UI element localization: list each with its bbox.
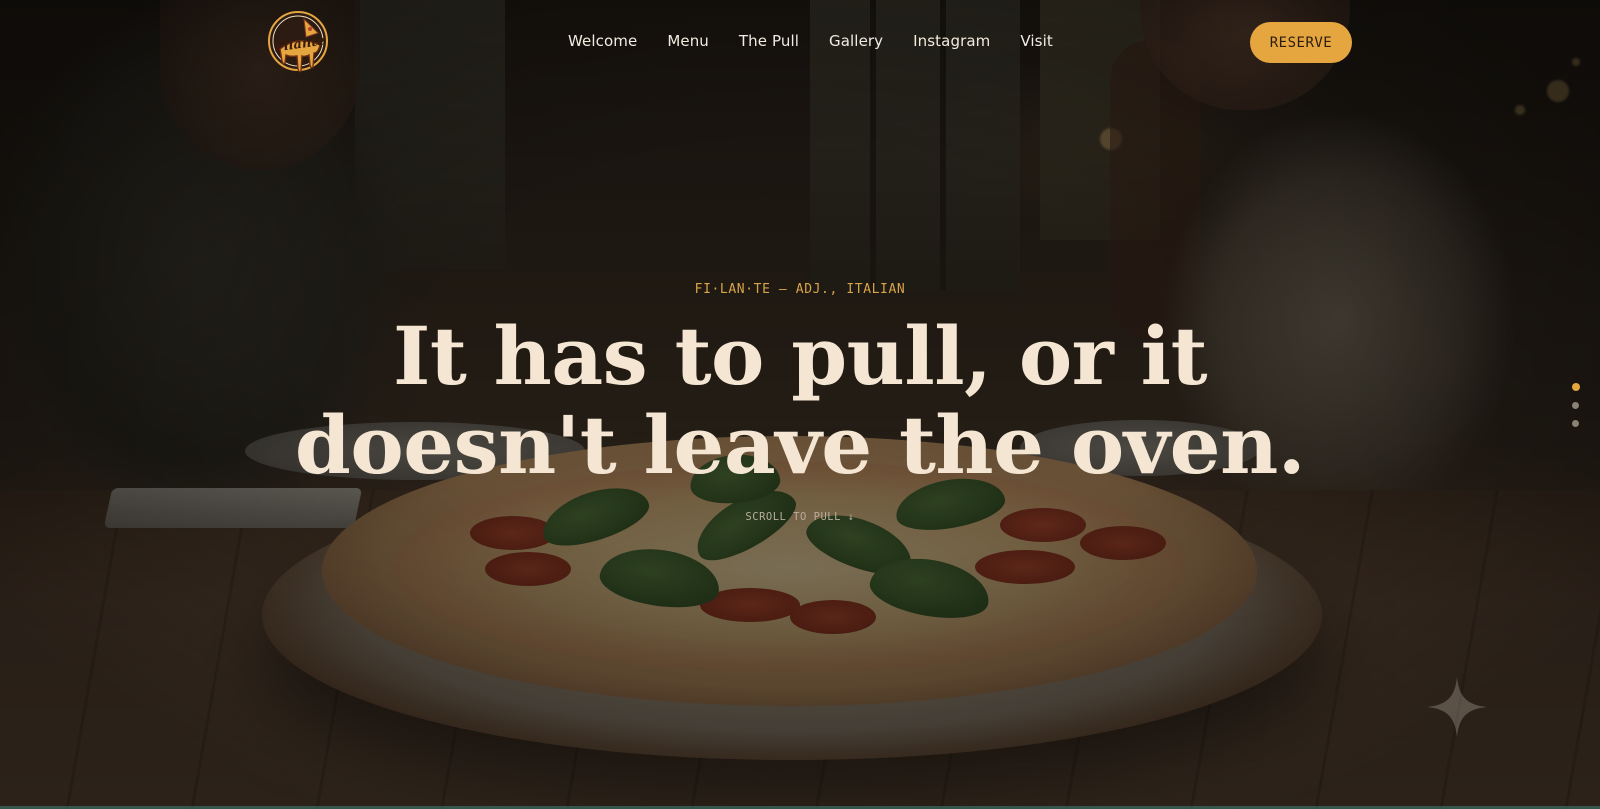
slide-dot-3[interactable] bbox=[1572, 420, 1579, 427]
nav-item-menu[interactable]: Menu bbox=[667, 32, 709, 50]
slide-dot-2[interactable] bbox=[1572, 402, 1579, 409]
sparkle-icon bbox=[1427, 677, 1487, 737]
logo-badge-icon[interactable]: Filante bbox=[266, 9, 334, 77]
nav-item-welcome[interactable]: Welcome bbox=[568, 32, 637, 50]
nav-item-visit[interactable]: Visit bbox=[1020, 32, 1052, 50]
hero-eyebrow: FI·LAN·TE — ADJ., ITALIAN bbox=[694, 282, 906, 297]
nav-item-the-pull[interactable]: The Pull bbox=[739, 32, 799, 50]
nav-item-instagram[interactable]: Instagram bbox=[913, 32, 990, 50]
nav-item-gallery[interactable]: Gallery bbox=[829, 32, 883, 50]
main-nav: Welcome Menu The Pull Gallery Instagram … bbox=[568, 32, 1053, 50]
slide-indicator bbox=[1572, 383, 1580, 427]
slide-dot-1[interactable] bbox=[1572, 383, 1580, 391]
reserve-button[interactable]: RESERVE bbox=[1250, 22, 1352, 63]
hero-headline: It has to pull, or it doesn't leave the … bbox=[294, 309, 1306, 492]
scroll-hint[interactable]: SCROLL TO PULL ↓ bbox=[0, 511, 1600, 523]
